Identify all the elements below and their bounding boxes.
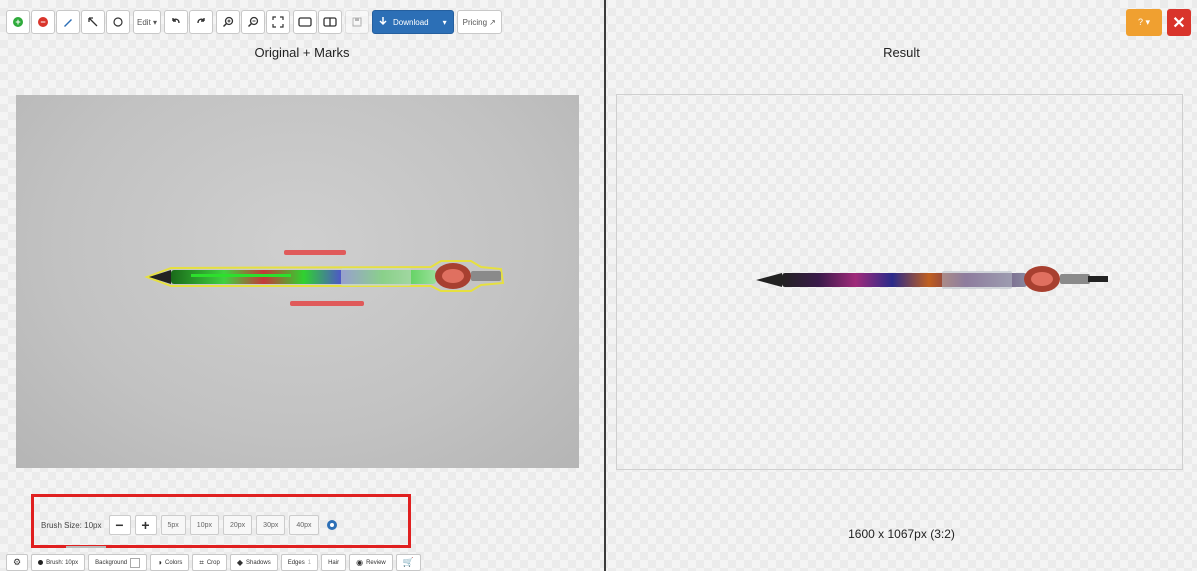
help-button[interactable]: ? ▾ xyxy=(1126,9,1162,36)
brush-icon xyxy=(64,19,72,27)
zoom-tools xyxy=(216,10,291,34)
shadows-label: Shadows xyxy=(246,559,271,566)
close-button[interactable]: ✕ xyxy=(1167,9,1191,36)
shadows-button[interactable]: ◆ Shadows xyxy=(229,554,278,571)
split-view-icon xyxy=(323,17,337,27)
brush-mode-button[interactable]: Brush: 10px xyxy=(31,554,86,571)
gear-icon: ⚙ xyxy=(13,557,22,567)
download-icon xyxy=(379,17,387,26)
eye-icon: ◉ xyxy=(356,558,364,567)
pen-result-image xyxy=(756,266,1108,292)
single-view-icon xyxy=(298,17,312,27)
brush-size-30-button[interactable]: 30px xyxy=(256,515,286,535)
review-label: Review xyxy=(366,559,386,566)
original-image-canvas[interactable] xyxy=(16,95,579,468)
brush-mode-label: Brush: 10px xyxy=(46,559,79,566)
brush-tool-button[interactable] xyxy=(56,10,80,34)
remove-button[interactable]: − xyxy=(31,10,55,34)
left-pane-title: Original + Marks xyxy=(254,45,350,60)
right-pane: ? ▾ ✕ Result 1600 x 1067px (3:2) xyxy=(606,0,1197,571)
shadow-icon: ◆ xyxy=(236,558,244,567)
zoom-out-button[interactable] xyxy=(241,10,266,34)
cart-button[interactable]: 🛒 xyxy=(395,554,421,571)
split-view-button[interactable] xyxy=(318,10,343,34)
undo-button[interactable] xyxy=(164,10,189,34)
zoom-in-icon xyxy=(223,16,234,28)
save-button[interactable] xyxy=(345,10,370,34)
hand-tool-button[interactable] xyxy=(106,10,130,34)
hair-label: Hair xyxy=(328,559,340,566)
edges-button[interactable]: Edges 1 xyxy=(280,554,319,571)
colors-label: Colors xyxy=(164,559,183,566)
undo-icon xyxy=(172,18,180,24)
red-mark-top xyxy=(284,250,346,255)
external-link-icon: ↗ xyxy=(489,17,496,27)
image-dimensions: 1600 x 1067px (3:2) xyxy=(848,527,955,541)
window-controls: ? ▾ ✕ xyxy=(1126,9,1191,36)
brush-size-current: 10px xyxy=(84,520,102,530)
brush-size-10-button[interactable]: 10px xyxy=(189,515,219,535)
brush-size-label: Brush Size: 10px xyxy=(41,521,102,530)
result-image-canvas[interactable] xyxy=(616,94,1183,470)
colors-button[interactable]: ◑ Colors xyxy=(150,554,190,571)
fullscreen-icon xyxy=(272,16,284,28)
download-label: Download xyxy=(393,17,429,27)
brush-size-bar: Brush Size: 10px − + 5px 10px 20px 30px … xyxy=(41,512,337,538)
add-button[interactable]: + xyxy=(6,10,30,34)
main-toolbar: + − Edit ▾ Download ▾ Pricing ↗ xyxy=(6,9,502,35)
view-tools xyxy=(293,10,343,34)
history-tools xyxy=(164,10,214,34)
edges-value: 1 xyxy=(307,559,312,566)
crop-button[interactable]: ⌗ Crop xyxy=(192,554,227,571)
hand-icon xyxy=(113,17,123,27)
bottom-toolbar: ⚙ Brush: 10px Background ◑ Colors ⌗ Crop… xyxy=(6,554,421,571)
download-button[interactable]: Download ▾ xyxy=(372,10,454,34)
save-icon xyxy=(352,17,362,27)
zoom-out-icon xyxy=(248,16,259,28)
review-button[interactable]: ◉ Review xyxy=(349,554,393,571)
brush-size-40-button[interactable]: 40px xyxy=(289,515,319,535)
brush-underline xyxy=(66,546,106,548)
pricing-label: Pricing xyxy=(462,17,488,27)
crop-label: Crop xyxy=(206,559,220,566)
right-pane-title: Result xyxy=(883,45,920,60)
edit-dropdown[interactable]: Edit ▾ xyxy=(133,10,162,34)
hair-button[interactable]: Hair xyxy=(321,554,347,571)
brush-dot-icon xyxy=(38,560,44,565)
redo-icon xyxy=(197,18,205,24)
mode-tools: + − xyxy=(6,10,130,34)
brush-decrease-button[interactable]: − xyxy=(108,515,131,535)
brush-size-20-button[interactable]: 20px xyxy=(222,515,253,535)
cart-icon: 🛒 xyxy=(402,557,414,567)
add-icon: + xyxy=(13,17,23,27)
zoom-in-button[interactable] xyxy=(216,10,241,34)
brush-size-text: Brush Size: xyxy=(41,520,82,530)
background-button[interactable]: Background xyxy=(88,554,148,571)
crop-icon: ⌗ xyxy=(199,557,204,567)
single-view-button[interactable] xyxy=(293,10,318,34)
background-swatch-icon xyxy=(130,557,141,568)
background-label: Background xyxy=(95,559,128,566)
settings-button[interactable]: ⚙ xyxy=(6,554,29,571)
pointer-icon xyxy=(88,17,98,27)
chevron-down-icon: ▾ xyxy=(442,17,447,27)
brush-settings-icon[interactable] xyxy=(326,520,337,530)
redo-button[interactable] xyxy=(189,10,214,34)
brush-increase-button[interactable]: + xyxy=(134,515,157,535)
pointer-tool-button[interactable] xyxy=(81,10,105,34)
brush-size-5-button[interactable]: 5px xyxy=(160,515,186,535)
red-mark-bottom xyxy=(290,301,364,306)
left-pane: + − Edit ▾ Download ▾ Pricing ↗ Original… xyxy=(0,0,604,571)
pricing-link[interactable]: Pricing ↗ xyxy=(456,10,502,34)
remove-icon: − xyxy=(38,17,48,27)
contrast-icon: ◑ xyxy=(157,558,162,567)
edges-label: Edges xyxy=(287,559,305,566)
fullscreen-button[interactable] xyxy=(266,10,291,34)
